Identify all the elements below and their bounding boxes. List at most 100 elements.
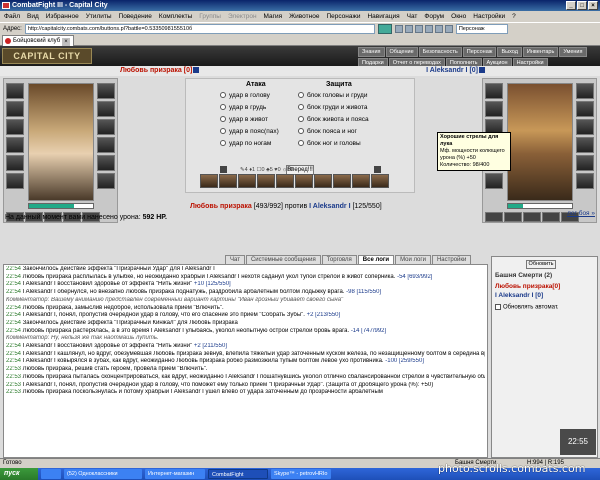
player-right-name[interactable]: I Aleksandr I [0]: [426, 66, 485, 76]
start-button[interactable]: пуск: [0, 468, 38, 480]
nav-inventory[interactable]: Инвентарь: [522, 47, 559, 57]
attack-option-groin[interactable]: удар в пояс(пах): [220, 127, 279, 136]
menu-window[interactable]: Окно: [451, 11, 466, 22]
defense-option-3[interactable]: блок живота и пояса: [298, 115, 369, 124]
menu-animal[interactable]: Животное: [289, 11, 319, 22]
attack-option-chest[interactable]: удар в грудь: [220, 103, 266, 112]
toolbar-icon-6[interactable]: [444, 24, 453, 33]
attack-option-legs[interactable]: удар по ногам: [220, 139, 271, 148]
radio-icon[interactable]: [298, 92, 304, 99]
equipment-slot[interactable]: [97, 137, 115, 153]
skill-slot[interactable]: [333, 174, 351, 188]
nav-communication[interactable]: Общение: [385, 47, 418, 57]
menu-navigation[interactable]: Навигация: [367, 11, 399, 22]
refresh-button[interactable]: Обновить: [526, 260, 556, 269]
go-icon[interactable]: [377, 23, 392, 34]
toolbar-icon-2[interactable]: [404, 24, 413, 33]
menu-utilities[interactable]: Утилиты: [86, 11, 112, 22]
radio-icon[interactable]: [220, 116, 226, 123]
vs-right-name[interactable]: I Aleksandr I: [309, 203, 350, 210]
radio-icon[interactable]: [220, 140, 226, 147]
equipment-slot[interactable]: [6, 155, 24, 171]
equipment-slot[interactable]: [6, 173, 24, 189]
menu-behavior[interactable]: Поведение: [119, 11, 152, 22]
ring-slot[interactable]: [504, 212, 522, 222]
skill-slot[interactable]: [238, 174, 256, 188]
toolbar-icon-1[interactable]: [394, 24, 403, 33]
skill-slot[interactable]: [371, 174, 389, 188]
taskbar-item[interactable]: [41, 469, 61, 479]
equipment-slot[interactable]: [97, 119, 115, 135]
taskbar-item[interactable]: Skype™ - petrovHRIo: [271, 469, 331, 479]
radio-icon[interactable]: [220, 92, 226, 99]
skill-slot[interactable]: [295, 174, 313, 188]
tab-close-icon[interactable]: ×: [62, 38, 70, 46]
character-search-input[interactable]: Персонаж: [455, 23, 508, 34]
equipment-slot[interactable]: [485, 173, 503, 189]
checkbox-icon[interactable]: [495, 304, 501, 310]
toolbar-icon-5[interactable]: [434, 24, 443, 33]
fighter-item[interactable]: Любовь призрака[0]: [495, 282, 560, 291]
skill-slot[interactable]: [276, 174, 294, 188]
equipment-slot[interactable]: [576, 173, 594, 189]
autoupdate-checkbox[interactable]: Обновлять автомат.: [495, 304, 559, 311]
equipment-slot[interactable]: [6, 137, 24, 153]
menu-file[interactable]: Файл: [4, 11, 20, 22]
tab-my-logs[interactable]: Мои логи: [395, 255, 431, 264]
nav-knowledge[interactable]: Знания: [358, 47, 385, 57]
battle-log[interactable]: 22:54 Закончилось действие эффекта "Приз…: [3, 264, 488, 458]
equipment-slot[interactable]: [576, 155, 594, 171]
skill-slot[interactable]: [314, 174, 332, 188]
attack-option-head[interactable]: удар в голову: [220, 91, 270, 100]
player-left-name[interactable]: Любовь призрака [0]: [120, 66, 200, 76]
ring-slot[interactable]: [542, 212, 560, 222]
toolbar-icon-4[interactable]: [424, 24, 433, 33]
defense-option-2[interactable]: блок груди и живота: [298, 103, 368, 112]
tab-system[interactable]: Системные сообщения: [245, 255, 321, 264]
tab-chat[interactable]: Чат: [225, 255, 245, 264]
skill-slot[interactable]: [257, 174, 275, 188]
taskbar-item-active[interactable]: CombatFight: [208, 469, 268, 479]
attack-option-belly[interactable]: удар в живот: [220, 115, 268, 124]
url-input[interactable]: http://capitalcity.combats.com/buttons.p…: [24, 23, 375, 34]
nav-exit[interactable]: Выход: [497, 47, 522, 57]
skill-slot[interactable]: [352, 174, 370, 188]
battle-log-link[interactable]: лог боя »: [567, 210, 595, 217]
nav-skills[interactable]: Умения: [559, 47, 587, 57]
defense-option-5[interactable]: блок ног и головы: [298, 139, 361, 148]
taskbar-item[interactable]: (52) Одноклассники: [64, 469, 142, 479]
defense-option-1[interactable]: блок головы и груди: [298, 91, 367, 100]
equipment-slot[interactable]: [576, 119, 594, 135]
minimize-button[interactable]: _: [566, 1, 576, 10]
tab-all-logs[interactable]: Все логи: [357, 255, 395, 264]
equipment-slot[interactable]: [6, 119, 24, 135]
maximize-button[interactable]: □: [577, 1, 587, 10]
tab-trade[interactable]: Торговля: [321, 255, 357, 264]
nav-character[interactable]: Персонаж: [462, 47, 497, 57]
radio-icon[interactable]: [298, 128, 304, 135]
toolbar-icon-3[interactable]: [414, 24, 423, 33]
equipment-slot[interactable]: [97, 173, 115, 189]
radio-icon[interactable]: [220, 128, 226, 135]
taskbar-item[interactable]: Интернет-магазин: [145, 469, 205, 479]
menu-magic[interactable]: Магия: [264, 11, 283, 22]
menu-view[interactable]: Вид: [27, 11, 39, 22]
tab-fight-club[interactable]: Бойцовский клуб ×: [2, 35, 74, 46]
ring-slot[interactable]: [523, 212, 541, 222]
ring-slot[interactable]: [485, 212, 503, 222]
radio-icon[interactable]: [298, 140, 304, 147]
menu-chat[interactable]: Чат: [407, 11, 418, 22]
menu-sets[interactable]: Комплекты: [159, 11, 192, 22]
menu-forum[interactable]: Форум: [424, 11, 444, 22]
skill-slot[interactable]: [200, 174, 218, 188]
equipment-slot[interactable]: [6, 101, 24, 117]
radio-icon[interactable]: [298, 104, 304, 111]
close-button[interactable]: ×: [588, 1, 598, 10]
fighter-item[interactable]: I Aleksandr I [0]: [495, 291, 560, 300]
equipment-slot[interactable]: [97, 101, 115, 117]
equipment-slot[interactable]: [576, 137, 594, 153]
info-icon[interactable]: [479, 67, 485, 74]
equipment-slot[interactable]: [6, 83, 24, 99]
menu-favorites[interactable]: Избранное: [46, 11, 79, 22]
tab-log-settings[interactable]: Настройки: [431, 255, 472, 264]
